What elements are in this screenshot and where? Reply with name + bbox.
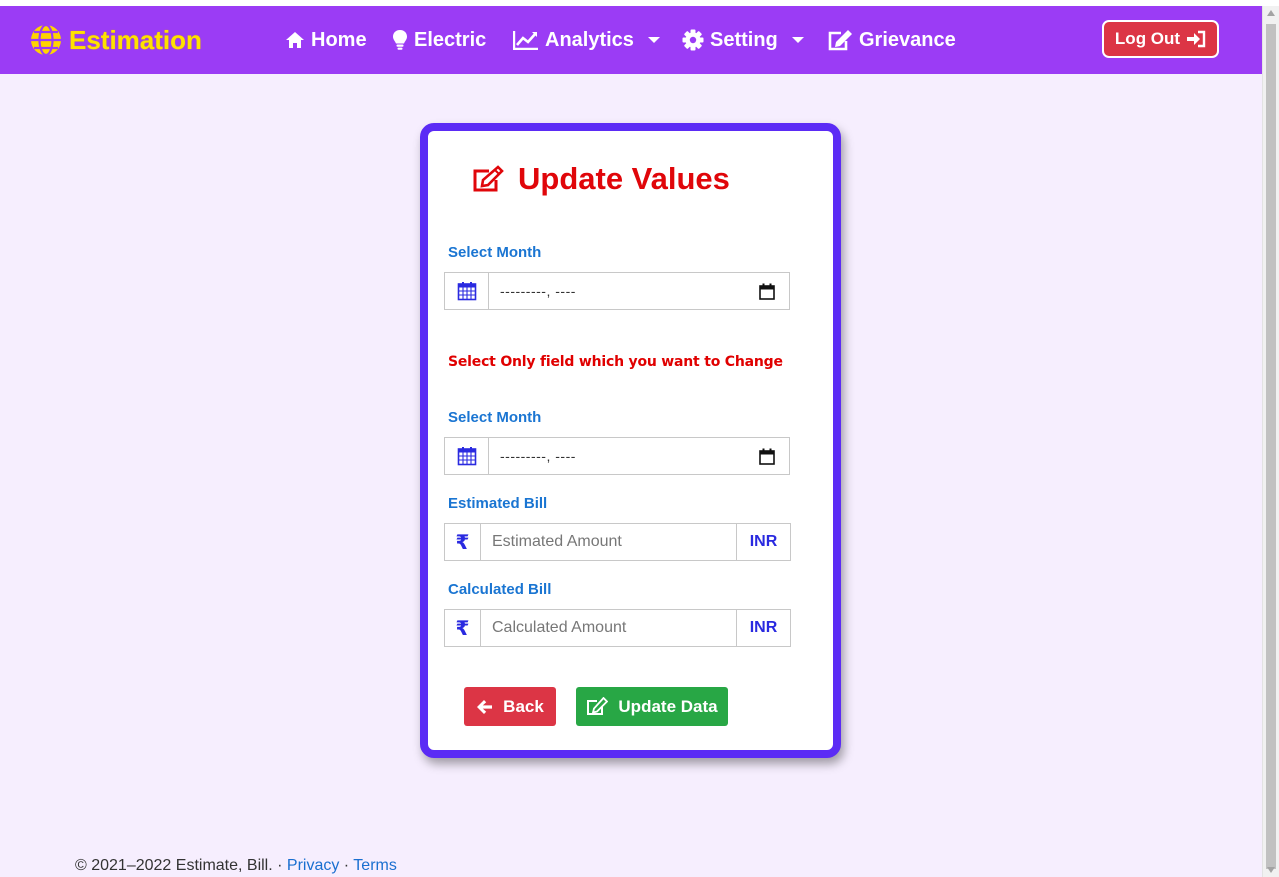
calculated-bill-label: Calculated Bill: [448, 581, 552, 598]
brand[interactable]: Estimation: [29, 22, 202, 58]
nav-electric[interactable]: Electric: [392, 24, 486, 56]
back-label: Back: [503, 696, 544, 716]
select-month-label-1: Select Month: [448, 244, 542, 261]
line-chart-icon: [513, 31, 538, 50]
calculated-currency-addon: INR: [737, 609, 791, 647]
chevron-down-icon: [647, 37, 660, 43]
calendar-icon: [457, 282, 476, 301]
nav-analytics-label: Analytics: [545, 28, 634, 51]
nav-setting[interactable]: Setting: [682, 24, 804, 56]
card-title: Update Values: [472, 161, 730, 197]
calendar-picker-icon[interactable]: [759, 283, 775, 300]
month-value-2: ---------, ----: [500, 448, 576, 464]
nav-electric-label: Electric: [414, 28, 487, 51]
scroll-down-icon[interactable]: [1267, 867, 1275, 873]
month-value-1: ---------, ----: [500, 283, 576, 299]
month-input-1[interactable]: ---------, ----: [489, 272, 790, 310]
footer-separator: ·: [272, 857, 287, 874]
footer-separator: ·: [339, 857, 354, 874]
update-values-card: Update Values Select Month ---------, --…: [420, 123, 841, 758]
month-input-group-1: ---------, ----: [444, 272, 790, 310]
calendar-icon: [457, 447, 476, 466]
month-input-group-2: ---------, ----: [444, 437, 790, 475]
scrollbar[interactable]: [1262, 6, 1279, 877]
navbar: Estimation Home Electric Analytics Setti…: [0, 6, 1262, 74]
sign-in-icon: [1187, 30, 1206, 48]
scroll-up-icon[interactable]: [1267, 10, 1275, 16]
nav-grievance-label: Grievance: [859, 28, 956, 51]
estimated-bill-label: Estimated Bill: [448, 495, 548, 512]
update-data-button[interactable]: Update Data: [576, 687, 728, 726]
brand-name: Estimation: [69, 24, 202, 55]
globe-icon: [31, 23, 61, 57]
rupee-icon: ₹: [444, 523, 481, 561]
calculated-input-group: ₹ Calculated Amount INR: [444, 609, 791, 647]
calendar-addon: [444, 437, 489, 475]
back-button[interactable]: Back: [464, 687, 556, 726]
estimated-amount-input[interactable]: Estimated Amount: [481, 523, 737, 561]
nav-grievance[interactable]: Grievance: [827, 24, 956, 56]
chevron-down-icon: [791, 37, 804, 43]
lightbulb-icon: [393, 30, 407, 50]
logout-label: Log Out: [1114, 29, 1181, 48]
edit-icon: [828, 30, 852, 51]
nav-home-label: Home: [311, 28, 367, 51]
estimated-input-group: ₹ Estimated Amount INR: [444, 523, 791, 561]
privacy-link[interactable]: Privacy: [287, 857, 339, 874]
calculated-amount-input[interactable]: Calculated Amount: [481, 609, 737, 647]
month-input-2[interactable]: ---------, ----: [489, 437, 790, 475]
logout-button[interactable]: Log Out: [1102, 20, 1219, 58]
update-label: Update Data: [618, 696, 718, 716]
select-month-label-2: Select Month: [448, 409, 542, 426]
rupee-icon: ₹: [444, 609, 481, 647]
gear-icon: [682, 29, 704, 51]
edit-icon: [587, 697, 609, 715]
footer: © 2021–2022 Estimate, Bill. · Privacy · …: [75, 857, 397, 875]
card-title-text: Update Values: [518, 161, 730, 196]
scroll-thumb[interactable]: [1266, 24, 1276, 869]
arrow-left-icon: [477, 699, 493, 714]
calendar-addon: [444, 272, 489, 310]
warning-text: Select Only field which you want to Chan…: [448, 354, 783, 370]
estimated-currency-addon: INR: [737, 523, 791, 561]
calendar-picker-icon[interactable]: [759, 448, 775, 465]
home-icon: [286, 32, 304, 48]
nav-home[interactable]: Home: [285, 24, 367, 56]
copyright-text: © 2021–2022 Estimate, Bill.: [75, 857, 273, 874]
nav-analytics[interactable]: Analytics: [513, 24, 660, 56]
edit-icon: [473, 165, 504, 192]
terms-link[interactable]: Terms: [353, 857, 397, 874]
nav-setting-label: Setting: [710, 28, 778, 51]
